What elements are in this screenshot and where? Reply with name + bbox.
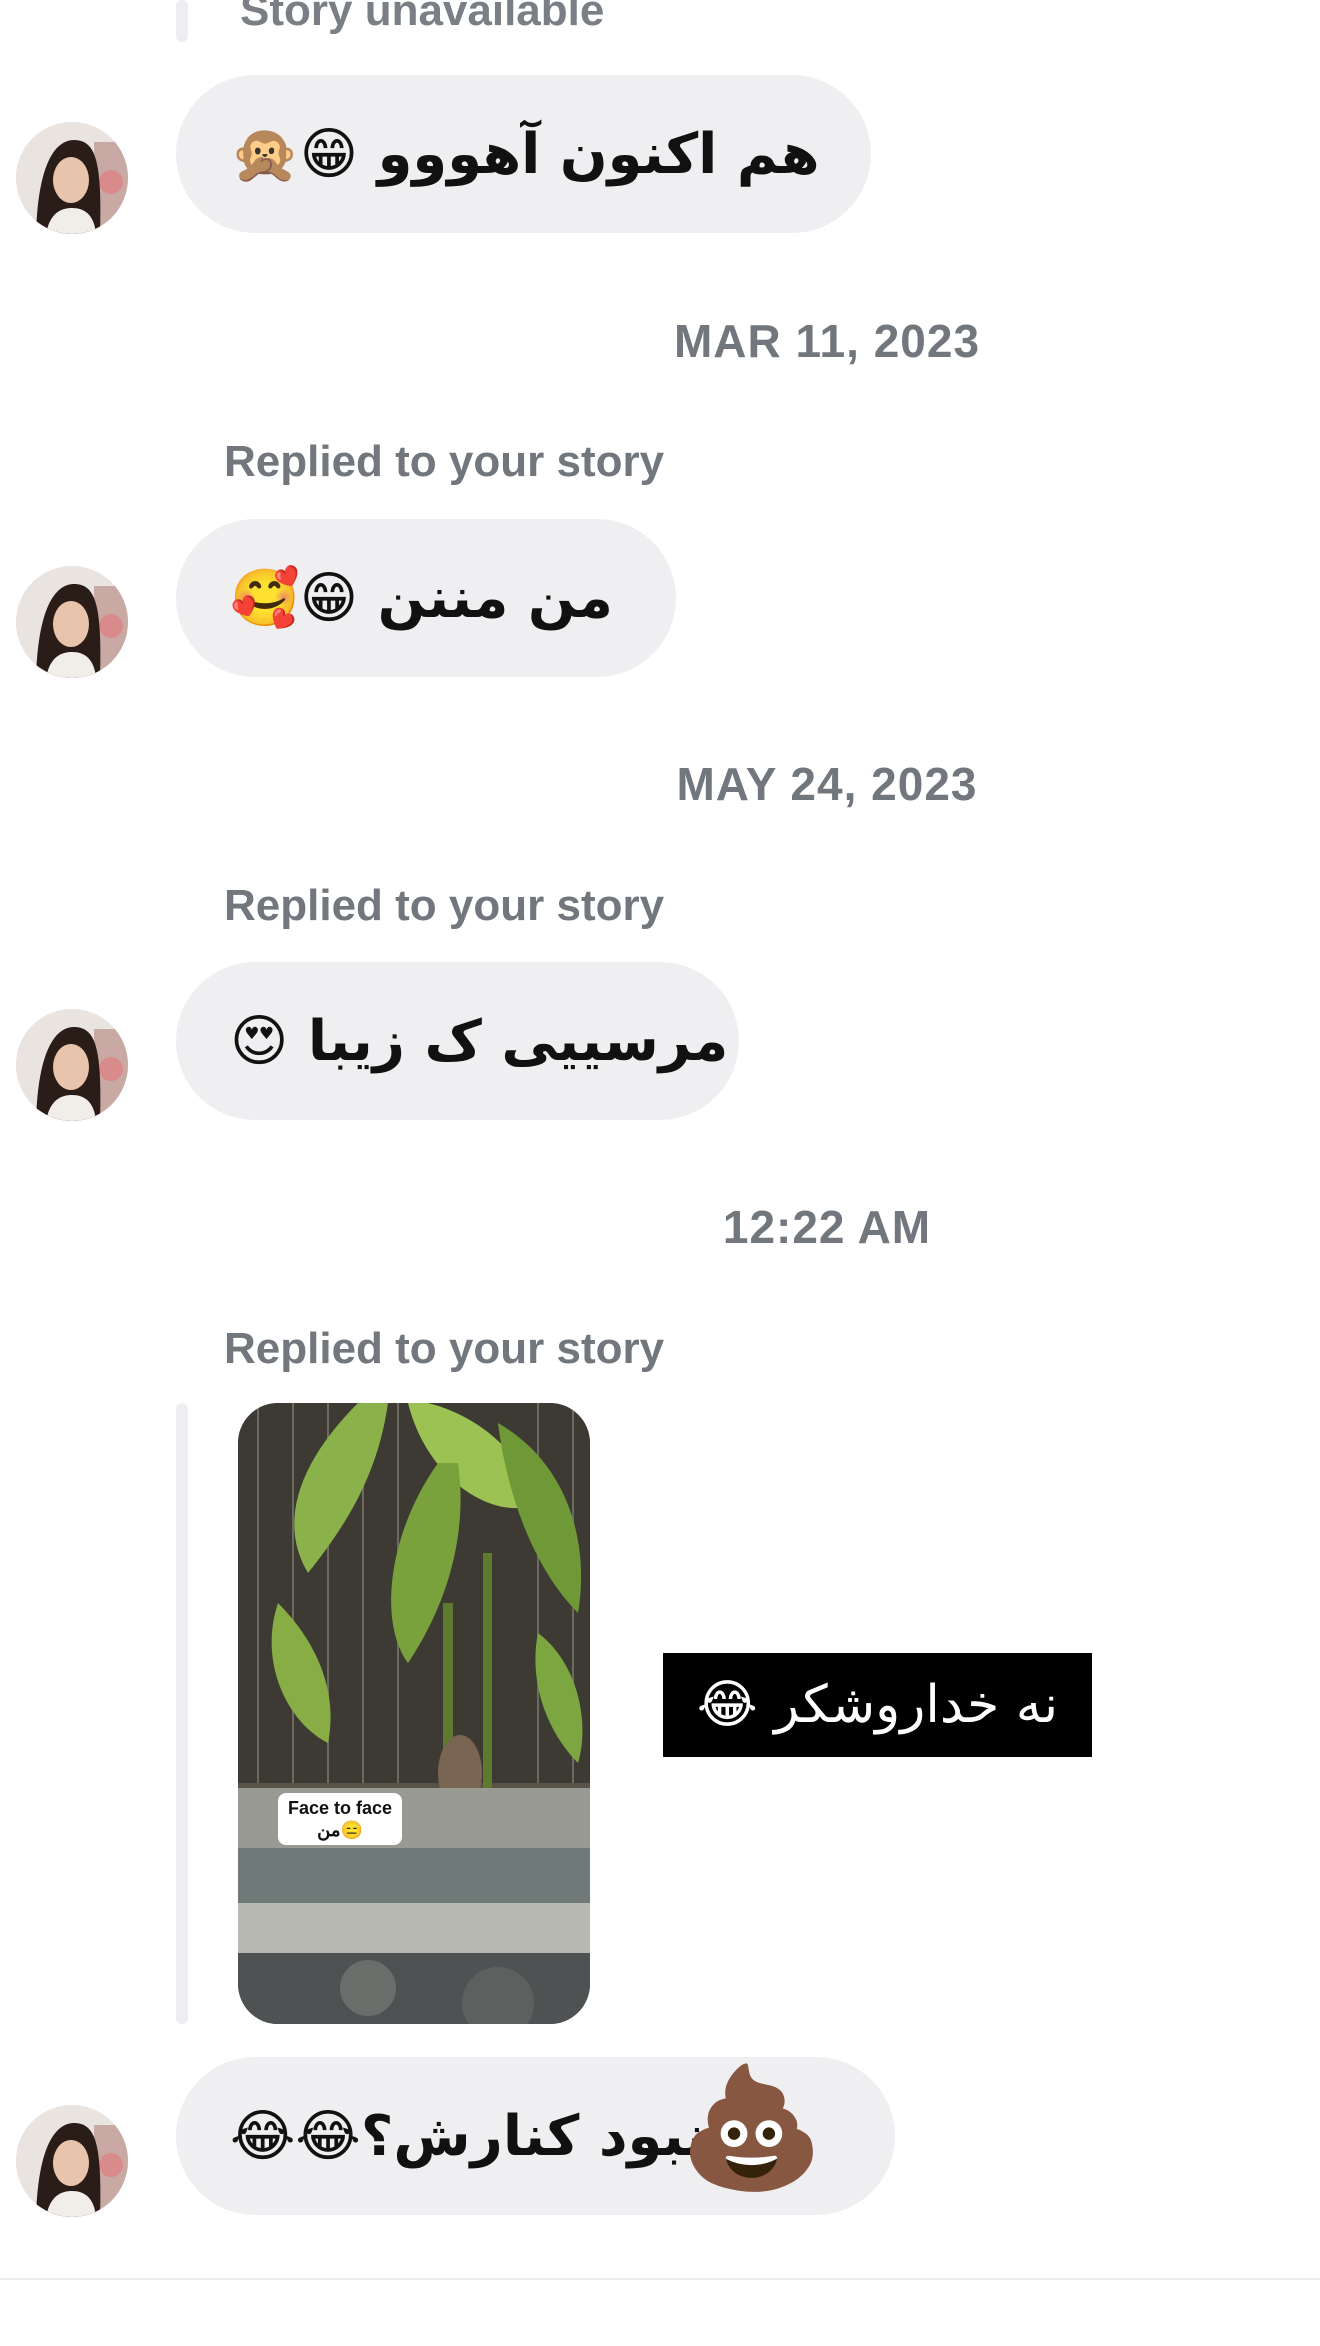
divider — [0, 2278, 1320, 2280]
story-unavailable-label: Story unavailable — [240, 0, 605, 35]
replied-label: Replied to your story — [224, 881, 665, 930]
message-bubble[interactable]: هم اکنون آهووو 😁🙊 — [176, 75, 871, 233]
avatar[interactable] — [16, 122, 128, 234]
story-caption-line: Face to face — [288, 1798, 393, 1818]
story-caption: Face to face من😑 — [278, 1793, 403, 1845]
story-reply-bar — [176, 0, 188, 42]
story-text-sticker: نه خداروشکر 😂 — [663, 1653, 1092, 1757]
date-separator: MAR 11, 2023 — [673, 315, 981, 367]
message-bubble[interactable]: مرسییی ک زیبا 😍 — [176, 962, 739, 1120]
avatar[interactable] — [16, 566, 128, 678]
story-photo — [238, 1403, 590, 2024]
story-reply-bar — [176, 1403, 188, 2024]
replied-label: Replied to your story — [224, 1324, 665, 1373]
message-bubble[interactable]: من مننن 😁🥰 — [176, 519, 676, 677]
date-separator: 12:22 AM — [722, 1201, 932, 1253]
story-caption-line: من😑 — [317, 1820, 363, 1840]
poop-emoji-icon: 💩 — [678, 2058, 825, 2196]
story-thumbnail[interactable]: Face to face من😑 — [238, 1403, 590, 2024]
avatar[interactable] — [16, 1009, 128, 1121]
avatar[interactable] — [16, 2105, 128, 2217]
replied-label: Replied to your story — [224, 437, 665, 486]
date-separator: MAY 24, 2023 — [676, 758, 978, 810]
